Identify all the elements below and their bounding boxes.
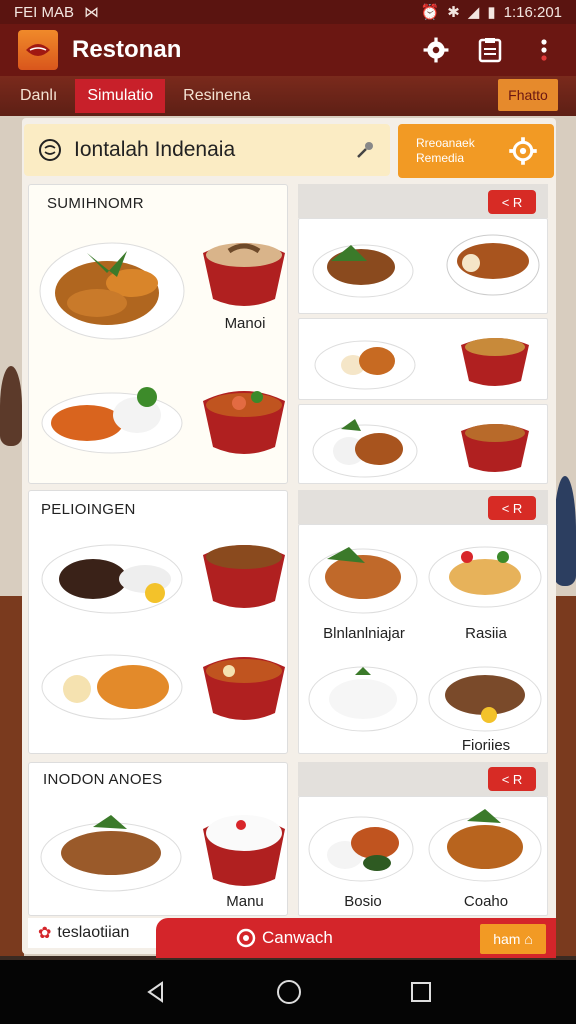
dish-label: Manoi [224,315,266,332]
dish-image[interactable] [37,383,187,455]
dish-card[interactable]: Blnlanlniajar Rasiia Fioriies [298,524,548,754]
dish-image [428,546,542,608]
dish-label: Blnlanlniajar [323,625,405,642]
restaurant-label: teslaotiian [57,924,130,941]
dish-image [312,419,418,478]
dish-image[interactable] [199,233,289,309]
app-title: Restonan [72,36,182,63]
search-text: Iontalah Indenaia [74,138,236,161]
recents-icon[interactable] [410,981,432,1003]
gear-icon [509,137,537,165]
back-icon[interactable] [144,980,168,1004]
system-nav-bar [0,960,576,1024]
dish-card[interactable] [298,404,548,484]
record-icon [236,928,256,948]
dish-image [446,234,540,296]
flag-icon: ✿ [38,925,52,942]
section-card[interactable]: PELIOINGEN [28,490,288,754]
dish-image [314,340,416,390]
dish-image [428,809,542,882]
section-title: SUMIHNOMR [47,195,144,212]
dish-card[interactable] [298,318,548,400]
dish-card[interactable] [298,218,548,314]
clipboard-icon[interactable] [476,36,504,64]
dish-label: Coaho [463,893,509,910]
dish-image [461,338,529,386]
checkout-label: Canwach [262,928,333,947]
checkout-bar[interactable]: Canwach ham ⌂ [156,918,556,958]
dish-label: Bosio [344,893,382,910]
dish-image[interactable] [199,807,289,889]
status-bar: FEI MAB ⋈ ⏰ ✱ ◢ ▮ 1:16:201 [0,0,576,24]
no-filter-icon [39,139,61,161]
dish-image[interactable] [37,233,187,343]
dish-image [308,666,418,732]
home-icon[interactable] [276,979,302,1005]
nav-badge[interactable]: < R [488,190,536,214]
nav-badge[interactable]: < R [488,767,536,791]
tab-simulatio[interactable]: Simulatio [75,79,166,113]
dish-image[interactable] [199,535,289,611]
battery-icon: ▮ [487,4,496,21]
dish-image [428,666,542,732]
dish-label: Rasiia [465,625,507,642]
status-left-text: FEI MAB [14,3,75,21]
dish-image[interactable] [199,647,289,723]
dish-label: Manu [226,893,264,910]
filter-line2: Remedia [416,151,465,165]
photo-button[interactable]: Fhatto [498,79,558,111]
filter-line1: Rreoanaek [416,136,475,150]
search-bar[interactable]: Iontalah Indenaia [24,124,390,176]
section-card[interactable]: INODON ANOES Manu [28,762,288,916]
section-title: PELIOINGEN [41,501,136,518]
dish-image[interactable] [37,643,187,725]
app-logo [18,30,58,70]
tab-resinena[interactable]: Resinena [171,79,263,113]
status-time: 1:16:201 [503,3,562,21]
nav-badge[interactable]: < R [488,496,536,520]
section-card[interactable]: SUMIHNOMR Manoi [28,184,288,484]
cart-button[interactable]: ham ⌂ [480,924,546,954]
wifi-icon: ◢ [467,4,480,21]
dish-image[interactable] [37,807,185,897]
tab-bar: Danlı Simulatio Resinena Fhatto [0,76,576,116]
microphone-icon[interactable] [354,139,376,161]
dish-image [461,424,529,472]
restaurant-link[interactable]: ✿ teslaotiian [28,918,168,948]
notification-icon: ⋈ [84,4,100,21]
dish-image[interactable] [199,381,289,457]
filter-button[interactable]: Rreoanaek Remedia [398,124,554,178]
tab-danli[interactable]: Danlı [8,79,69,113]
alarm-icon: ⏰ [420,4,440,21]
dish-card[interactable]: Bosio Coaho [298,796,548,916]
dish-image [308,816,414,882]
dish-label: Fioriies [461,737,511,754]
gear-icon[interactable] [422,36,450,64]
section-title: INODON ANOES [43,771,163,788]
app-bar: Restonan [0,24,576,76]
bluetooth-icon: ✱ [447,4,460,21]
dish-image [308,547,418,614]
dish-image[interactable] [37,531,187,617]
more-vert-icon[interactable] [530,36,558,64]
dish-image [312,244,414,298]
